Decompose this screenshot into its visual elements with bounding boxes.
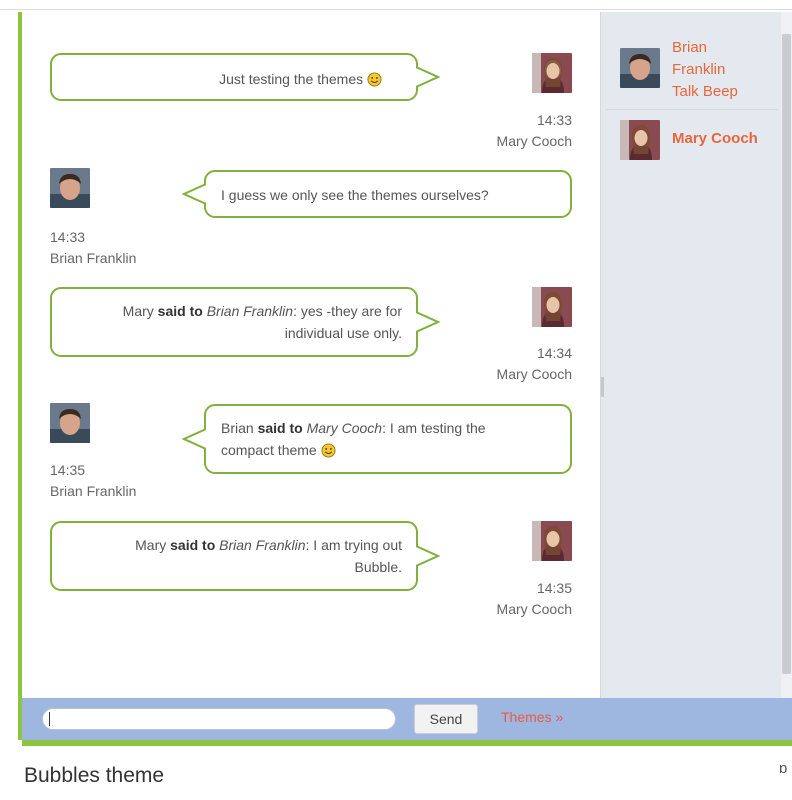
message-text: Just testing the themes <box>52 68 382 90</box>
window-top-border <box>0 9 792 10</box>
message-bubble: Brian said to Mary Cooch: I am testing t… <box>182 404 572 474</box>
message-sender: Brian Franklin <box>50 250 137 266</box>
message-meta: 14:34 Mary Cooch <box>470 343 572 385</box>
users-sidebar <box>600 12 792 698</box>
bubble-tail <box>416 545 440 567</box>
message-text: Mary said to Brian Franklin: yes -they a… <box>122 303 402 341</box>
smiley-icon <box>321 443 336 458</box>
user-status-line: Talk Beep <box>672 83 738 100</box>
message-time: 14:34 <box>536 345 572 361</box>
message-time: 14:35 <box>50 462 86 478</box>
bubble-tail <box>182 428 206 450</box>
message-time: 14:33 <box>50 229 86 245</box>
message-sender: Mary Cooch <box>496 366 572 382</box>
smiley-icon <box>367 72 382 87</box>
message-bubble: Mary said to Brian Franklin: I am trying… <box>50 521 440 591</box>
user-name-line: Brian <box>672 39 708 56</box>
bubble-tail <box>182 183 206 205</box>
user-item-brian-franklin[interactable]: Brian Franklin Talk Beep <box>606 38 778 108</box>
message-sender: Brian Franklin <box>50 483 137 499</box>
message-text: Mary said to Brian Franklin: I am trying… <box>135 537 402 575</box>
user-name-link[interactable]: Mary Cooch <box>672 128 758 150</box>
themes-link[interactable]: Themes » <box>501 709 563 725</box>
message-meta: 14:33 Brian Franklin <box>50 227 190 269</box>
resize-handle[interactable] <box>601 377 604 397</box>
message-text: Brian said to Mary Cooch: I am testing t… <box>221 420 486 458</box>
bubble-tail <box>416 66 440 88</box>
brian-avatar <box>50 403 90 443</box>
user-separator <box>606 109 778 110</box>
brian-avatar <box>50 168 90 208</box>
mary-avatar <box>532 53 572 93</box>
message-sender: Mary Cooch <box>496 601 572 617</box>
brian-avatar <box>620 48 660 88</box>
user-name-line: Franklin <box>672 61 726 78</box>
text-caret <box>49 712 50 726</box>
message-meta: 14:35 Brian Franklin <box>50 460 190 502</box>
expand-icon[interactable]: ɒ <box>779 760 787 777</box>
message-meta: 14:33 Mary Cooch <box>470 110 572 152</box>
composer-bottom-accent <box>22 740 792 746</box>
sidebar-divider <box>600 12 601 698</box>
message-bubble: Just testing the themes <box>50 53 440 101</box>
scrollbar-thumb[interactable] <box>782 34 791 674</box>
figure-caption: Bubbles theme <box>24 764 165 787</box>
message-meta: 14:35 Mary Cooch <box>470 578 572 620</box>
message-bubble: Mary said to Brian Franklin: yes -they a… <box>50 287 440 357</box>
send-button[interactable]: Send <box>414 704 478 734</box>
message-input[interactable] <box>42 708 396 730</box>
user-name-link[interactable]: Brian Franklin Talk Beep <box>672 37 738 103</box>
user-item-mary-cooch[interactable]: Mary Cooch <box>606 118 778 162</box>
message-text: I guess we only see the themes ourselves… <box>221 187 489 203</box>
mary-avatar <box>532 287 572 327</box>
message-time: 14:33 <box>536 112 572 128</box>
mary-avatar <box>532 521 572 561</box>
message-bubble: I guess we only see the themes ourselves… <box>182 170 572 218</box>
bubble-tail <box>416 311 440 333</box>
message-sender: Mary Cooch <box>496 133 572 149</box>
mary-avatar <box>620 120 660 160</box>
message-time: 14:35 <box>536 580 572 596</box>
